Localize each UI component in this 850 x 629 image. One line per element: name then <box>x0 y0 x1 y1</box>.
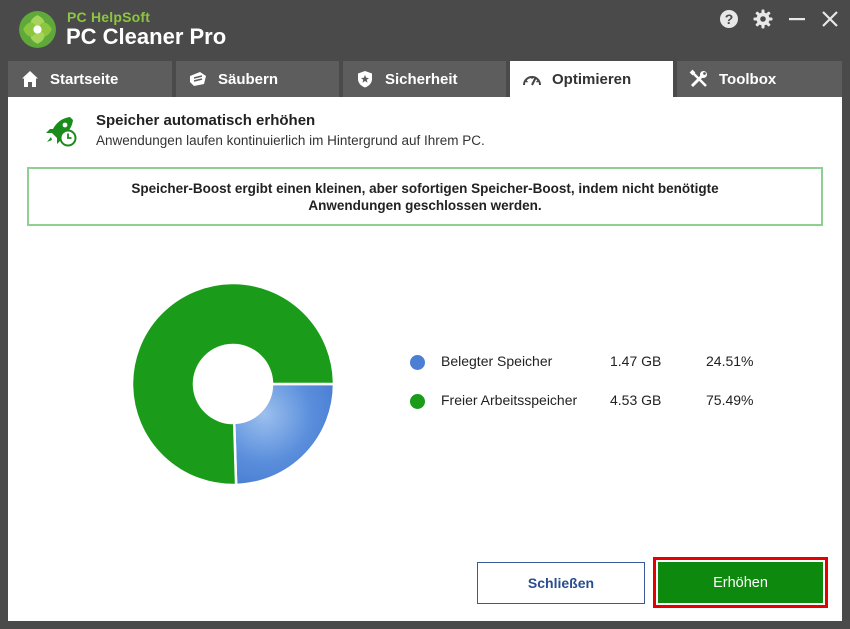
minimize-icon[interactable] <box>786 8 808 30</box>
tab-optimieren[interactable]: Optimieren <box>510 61 673 97</box>
tab-sicherheit[interactable]: Sicherheit <box>343 61 506 97</box>
legend-percent: 24.51% <box>706 353 754 369</box>
speedometer-icon <box>522 69 542 89</box>
boost-button[interactable]: Erhöhen <box>658 562 823 603</box>
tab-label: Säubern <box>218 70 279 88</box>
brand-company: PC HelpSoft <box>67 9 151 25</box>
shield-icon <box>355 69 375 89</box>
svg-text:?: ? <box>725 11 734 27</box>
app-logo-icon <box>19 11 56 48</box>
gear-icon[interactable] <box>752 8 774 30</box>
legend-percent: 75.49% <box>706 392 754 408</box>
tab-saeubern[interactable]: Säubern <box>176 61 339 97</box>
boost-button-highlight: Erhöhen <box>653 557 828 608</box>
legend-name: Belegter Speicher <box>441 353 553 369</box>
donut-slice-used <box>232 382 336 487</box>
tools-icon <box>689 69 709 89</box>
legend-name: Freier Arbeitsspeicher <box>441 392 578 408</box>
main-panel: Speicher automatisch erhöhen Anwendungen… <box>8 97 842 621</box>
rocket-clock-icon <box>46 117 77 147</box>
app-title: PC Cleaner Pro <box>66 24 227 49</box>
legend-size: 1.47 GB <box>610 353 662 369</box>
title-bar: PC HelpSoft PC Cleaner Pro ? <box>0 0 850 58</box>
close-icon[interactable] <box>819 8 841 30</box>
app-window: PC HelpSoft PC Cleaner Pro ? Startseite … <box>0 0 850 629</box>
section-title: Speicher automatisch erhöhen <box>96 112 316 129</box>
tab-label: Sicherheit <box>385 70 458 88</box>
help-icon[interactable]: ? <box>718 8 740 30</box>
tab-label: Startseite <box>50 70 119 88</box>
tab-label: Optimieren <box>552 70 632 88</box>
home-icon <box>20 69 40 89</box>
legend-row-used: Belegter Speicher 1.47 GB 24.51% <box>410 352 770 372</box>
tab-label: Toolbox <box>719 70 777 88</box>
legend-dot-used <box>410 355 425 370</box>
close-button[interactable]: Schließen <box>477 562 645 604</box>
legend-size: 4.53 GB <box>610 392 662 408</box>
tab-bar: Startseite Säubern Sicherheit Optimieren… <box>8 61 842 97</box>
memory-donut-chart <box>130 281 336 487</box>
info-text: Speicher-Boost ergibt einen kleinen, abe… <box>131 180 719 213</box>
legend-dot-free <box>410 394 425 409</box>
legend-row-free: Freier Arbeitsspeicher 4.53 GB 75.49% <box>410 391 770 411</box>
section-subtitle: Anwendungen laufen kontinuierlich im Hin… <box>96 133 485 148</box>
tab-toolbox[interactable]: Toolbox <box>677 61 842 97</box>
broom-icon <box>188 69 208 89</box>
info-box: Speicher-Boost ergibt einen kleinen, abe… <box>27 167 823 226</box>
tab-startseite[interactable]: Startseite <box>8 61 172 97</box>
